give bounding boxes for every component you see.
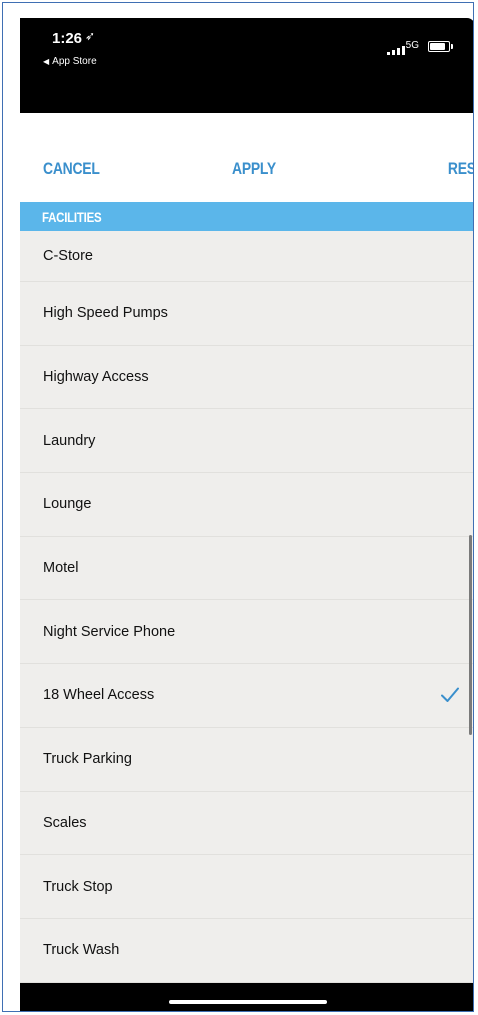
list-item[interactable]: Truck Stop [20, 855, 473, 919]
list-item[interactable]: Truck Parking [20, 728, 473, 792]
facilities-list[interactable]: C-Store High Speed Pumps Highway Access Lau… [20, 231, 473, 983]
list-item[interactable]: 18 Wheel Access [20, 664, 473, 728]
signal-bars-icon [387, 46, 405, 55]
reset-button[interactable]: RESET [448, 159, 473, 179]
list-item[interactable]: Lounge [20, 473, 473, 537]
list-item[interactable]: Night Service Phone [20, 600, 473, 665]
list-item-label: Truck Wash [43, 942, 120, 959]
home-bar [20, 983, 473, 1011]
back-arrow-icon: ◀ [43, 57, 50, 66]
list-item-label: High Speed Pumps [43, 305, 168, 322]
list-item[interactable]: High Speed Pumps [20, 282, 473, 346]
list-item-label: Lounge [43, 496, 92, 513]
list-item-label: Motel [43, 560, 79, 577]
scrollbar[interactable] [469, 535, 472, 735]
list-item-label: Truck Parking [43, 751, 132, 768]
status-bar: 1:26 ➶ ◀ App Store 5G [20, 18, 473, 113]
checkmark-icon [441, 687, 459, 703]
filter-sheet: CANCEL APPLY RESET FACILITIES C-Store Hig… [20, 113, 473, 983]
action-bar: CANCEL APPLY RESET [20, 159, 473, 189]
list-item[interactable]: Motel [20, 537, 473, 601]
list-item-label: C-Store [43, 248, 93, 264]
list-item[interactable]: Laundry [20, 409, 473, 474]
list-item-label: Truck Stop [43, 878, 113, 895]
list-item[interactable]: C-Store [20, 231, 473, 282]
list-item-label: 18 Wheel Access [43, 687, 155, 704]
network-label: 5G [405, 40, 419, 51]
back-to-app-link[interactable]: ◀ App Store [43, 56, 97, 67]
app-frame: 1:26 ➶ ◀App Store 5G CANCEL APPLY RESET … [2, 2, 474, 1012]
location-arrow-icon: ➶ [85, 29, 96, 43]
list-item-label: Highway Access [43, 369, 149, 386]
back-app-label: App Store [52, 56, 97, 67]
apply-button[interactable]: APPLY [232, 159, 276, 179]
battery-icon [428, 41, 453, 52]
list-item[interactable]: Truck Wash [20, 919, 473, 983]
list-item-label: Laundry [43, 432, 96, 449]
home-indicator[interactable] [169, 1000, 327, 1004]
section-header: FACILITIES [20, 202, 473, 231]
section-title: FACILITIES [42, 209, 102, 225]
status-time: 1:26 [52, 30, 83, 47]
list-item-label: Night Service Phone [43, 623, 176, 640]
list-item-label: Scales [43, 814, 87, 831]
list-item[interactable]: Scales [20, 792, 473, 856]
list-item[interactable]: Highway Access [20, 346, 473, 410]
cancel-button[interactable]: CANCEL [43, 159, 100, 179]
